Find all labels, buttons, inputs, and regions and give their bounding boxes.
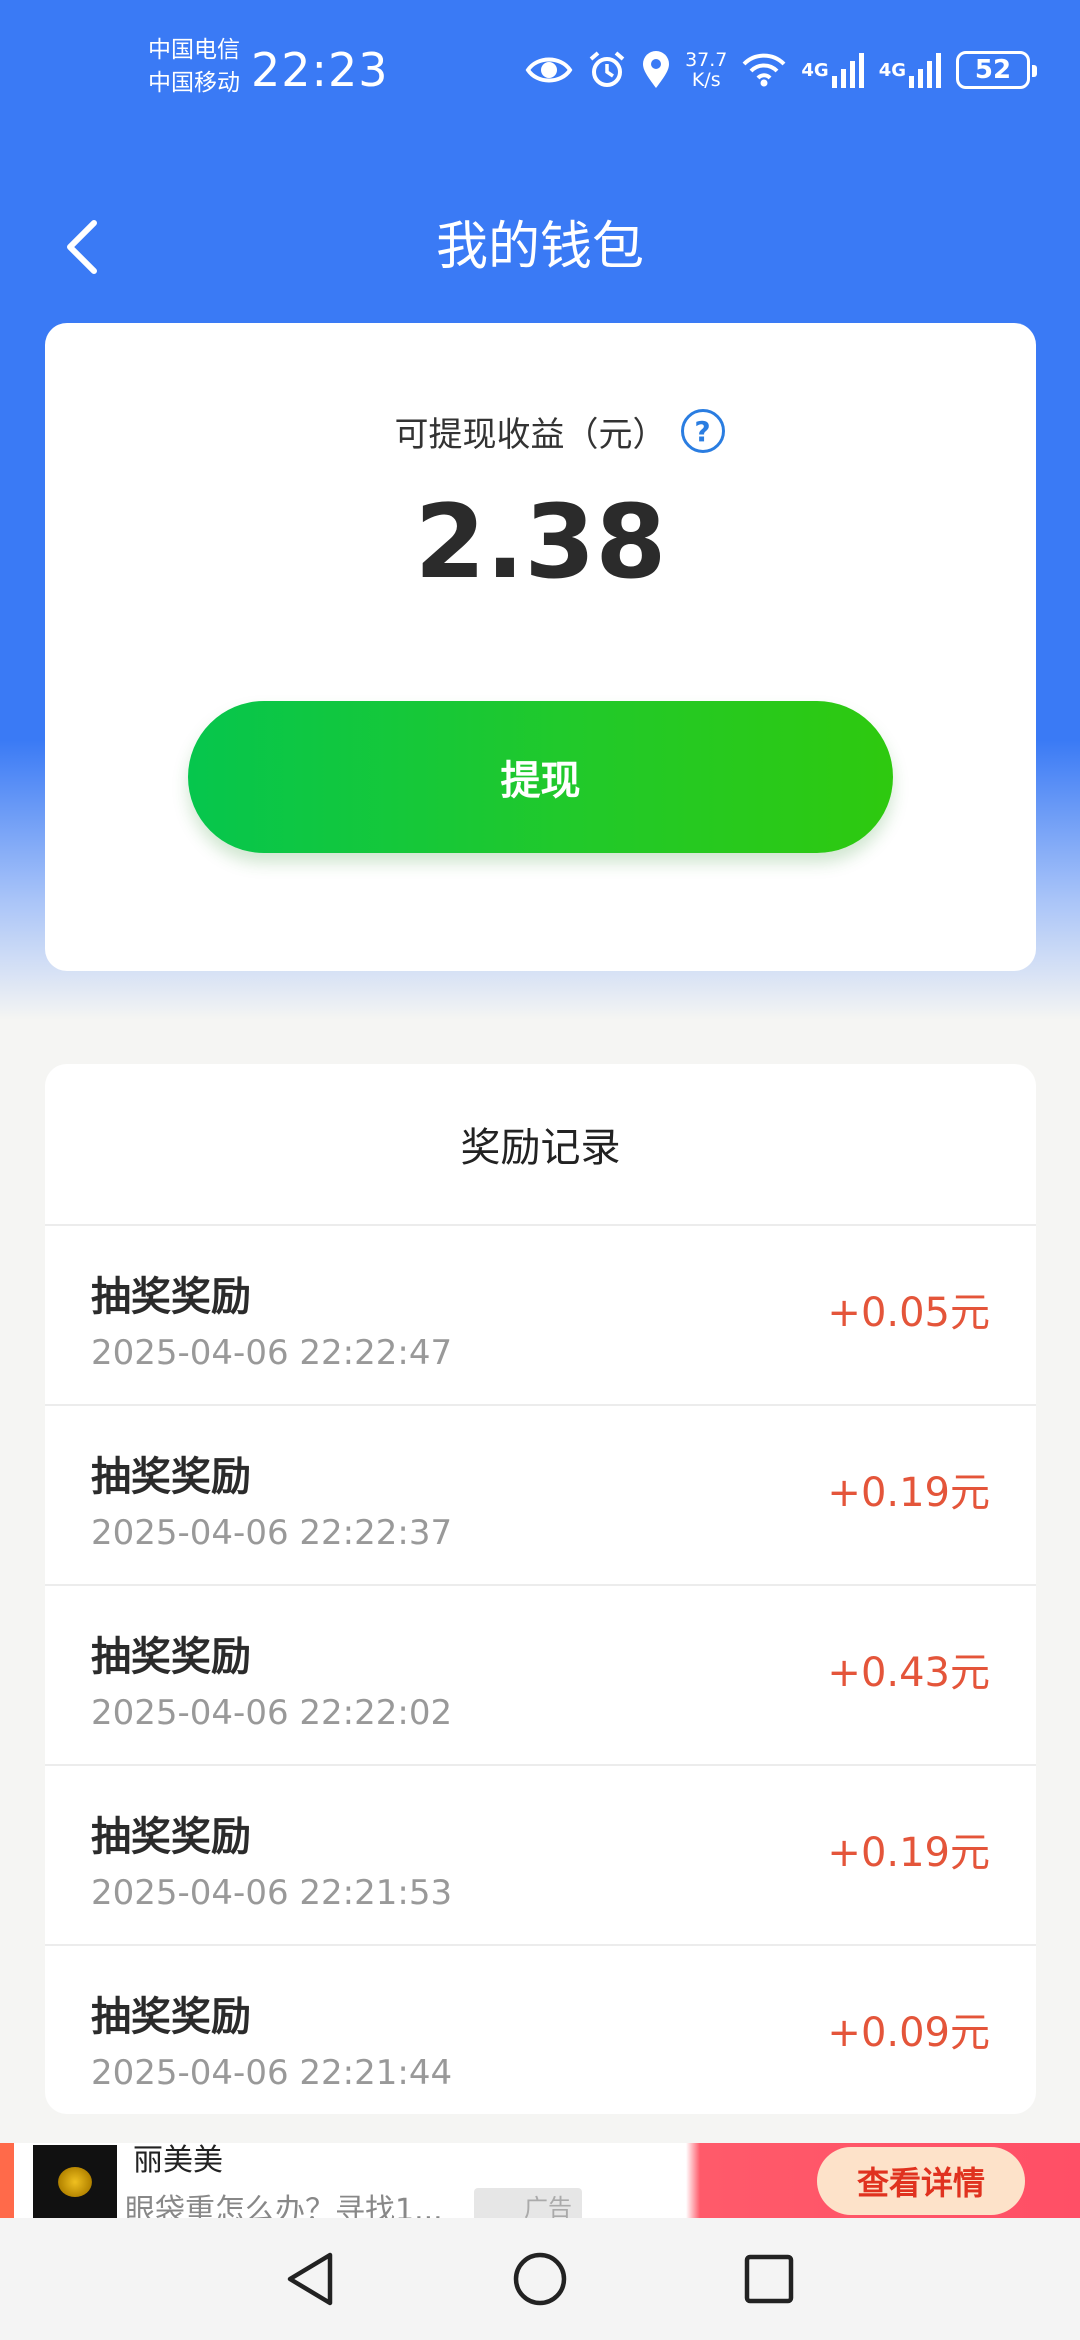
ad-thumbnail[interactable] [33, 2145, 117, 2218]
network-speed-unit: K/s [691, 69, 721, 91]
record-name: 抽奖奖励 [91, 1454, 251, 1500]
battery-icon: 52 [956, 51, 1037, 89]
record-name: 抽奖奖励 [91, 1634, 251, 1680]
alarm-icon [587, 50, 627, 90]
carrier-info: 中国电信 中国移动 [148, 34, 240, 100]
ad-label: 广告 [474, 2188, 582, 2218]
carrier-2-label: 中国移动 [148, 70, 240, 96]
eye-comfort-icon [525, 53, 573, 87]
chevron-left-icon [67, 220, 97, 274]
record-amount: +0.19元 [827, 1470, 990, 1516]
ad-banner[interactable]: 丽美美 眼袋重怎么办？寻找1... 广告 查看详情 [0, 2143, 1080, 2218]
carrier-1-label: 中国电信 [148, 37, 240, 63]
balance-label: 可提现收益（元） [394, 414, 667, 455]
back-button[interactable] [52, 212, 112, 282]
status-clock: 22:23 [251, 43, 389, 97]
nav-recents-button[interactable] [738, 2248, 800, 2310]
balance-amount: 2.38 [414, 483, 667, 602]
withdraw-button[interactable]: 提现 [188, 701, 893, 853]
ad-view-details-button[interactable]: 查看详情 [817, 2147, 1025, 2215]
record-amount: +0.19元 [827, 1830, 990, 1876]
wifi-icon [741, 52, 787, 88]
reward-records-title: 奖励记录 [45, 1064, 1036, 1226]
record-time: 2025-04-06 22:22:47 [91, 1333, 453, 1373]
sim2-signal-icon: 4G [879, 52, 942, 88]
square-recents-icon [744, 2254, 794, 2304]
reward-records-card: 奖励记录 抽奖奖励 2025-04-06 22:22:47 +0.05元 抽奖奖… [45, 1064, 1036, 2114]
triangle-back-icon [287, 2252, 333, 2306]
wallet-card: 可提现收益（元） ? 2.38 提现 [45, 323, 1036, 971]
nav-home-button[interactable] [509, 2248, 571, 2310]
balance-label-row: 可提现收益（元） ? [45, 403, 1036, 459]
record-time: 2025-04-06 22:22:02 [91, 1693, 453, 1733]
circle-home-icon [513, 2252, 567, 2306]
record-amount: +0.05元 [827, 1290, 990, 1336]
sim1-network-label: 4G [801, 59, 829, 81]
ad-description: 眼袋重怎么办？寻找1... [125, 2193, 443, 2218]
nav-back-button[interactable] [279, 2248, 341, 2310]
page-title: 我的钱包 [435, 217, 644, 277]
record-row[interactable]: 抽奖奖励 2025-04-06 22:22:37 +0.19元 [45, 1406, 1036, 1586]
record-time: 2025-04-06 22:21:44 [91, 2053, 453, 2093]
record-row[interactable]: 抽奖奖励 2025-04-06 22:22:47 +0.05元 [45, 1226, 1036, 1406]
record-amount: +0.09元 [827, 2010, 990, 2056]
ad-advertiser-name: 丽美美 [133, 2143, 223, 2178]
record-row[interactable]: 抽奖奖励 2025-04-06 22:21:53 +0.19元 [45, 1766, 1036, 1946]
help-icon[interactable]: ? [680, 409, 725, 453]
battery-level: 52 [974, 55, 1012, 85]
record-time: 2025-04-06 22:22:37 [91, 1513, 453, 1553]
record-name: 抽奖奖励 [91, 1994, 251, 2040]
record-time: 2025-04-06 22:21:53 [91, 1873, 453, 1913]
sim1-signal-icon: 4G [801, 52, 864, 88]
record-name: 抽奖奖励 [91, 1274, 251, 1320]
record-name: 抽奖奖励 [91, 1814, 251, 1860]
status-bar: 中国电信 中国移动 22:23 37.7 K/s 4G 4G 52 [0, 0, 1080, 140]
record-amount: +0.43元 [827, 1650, 990, 1696]
network-speed-value: 37.7 [685, 49, 728, 71]
system-navigation-bar [0, 2218, 1080, 2340]
system-icons: 37.7 K/s 4G 4G 52 [525, 42, 1037, 98]
record-row[interactable]: 抽奖奖励 2025-04-06 22:21:44 +0.09元 [45, 1946, 1036, 2114]
network-speed: 37.7 K/s [685, 50, 727, 90]
location-icon [641, 50, 671, 90]
sim2-network-label: 4G [878, 59, 906, 81]
record-row[interactable]: 抽奖奖励 2025-04-06 22:22:02 +0.43元 [45, 1586, 1036, 1766]
